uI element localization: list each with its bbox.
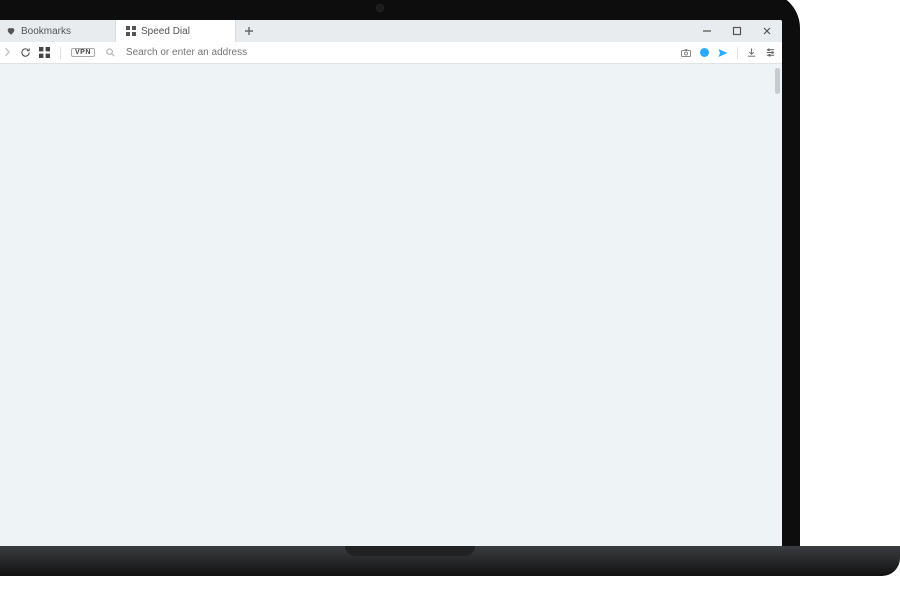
vpn-badge[interactable]: VPN bbox=[71, 48, 95, 57]
laptop-base bbox=[0, 546, 900, 576]
speed-dial-icon bbox=[126, 26, 136, 36]
separator bbox=[60, 47, 61, 59]
laptop-bezel: Bookmarks Speed Dial bbox=[0, 0, 800, 552]
minimize-button[interactable] bbox=[692, 20, 722, 42]
close-button[interactable] bbox=[752, 20, 782, 42]
snapshot-button[interactable] bbox=[680, 47, 692, 59]
browser-body bbox=[0, 64, 782, 552]
adblock-badge[interactable] bbox=[700, 48, 709, 57]
tab-label: Speed Dial bbox=[141, 26, 190, 37]
maximize-button[interactable] bbox=[722, 20, 752, 42]
tab-strip: Bookmarks Speed Dial bbox=[0, 20, 782, 42]
tab-speed-dial[interactable]: Speed Dial bbox=[116, 20, 236, 42]
extensions-button[interactable] bbox=[39, 47, 50, 58]
page-content bbox=[0, 64, 782, 552]
reload-button[interactable] bbox=[20, 47, 31, 58]
send-to-flow-button[interactable] bbox=[717, 47, 729, 59]
tab-label: Bookmarks bbox=[21, 26, 71, 37]
address-input[interactable] bbox=[126, 47, 670, 58]
easy-setup-button[interactable] bbox=[765, 47, 776, 58]
separator bbox=[737, 47, 738, 59]
scrollbar-thumb[interactable] bbox=[775, 68, 780, 94]
laptop-camera bbox=[376, 4, 384, 12]
laptop-notch bbox=[345, 546, 475, 556]
address-bar: VPN bbox=[0, 42, 782, 64]
forward-button[interactable] bbox=[2, 47, 12, 58]
browser-window: Bookmarks Speed Dial bbox=[0, 20, 782, 552]
new-tab-button[interactable] bbox=[236, 20, 262, 42]
downloads-button[interactable] bbox=[746, 47, 757, 58]
tab-bookmarks[interactable]: Bookmarks bbox=[0, 20, 116, 42]
heart-icon bbox=[6, 26, 16, 36]
search-icon bbox=[105, 47, 116, 58]
window-controls bbox=[692, 20, 782, 42]
